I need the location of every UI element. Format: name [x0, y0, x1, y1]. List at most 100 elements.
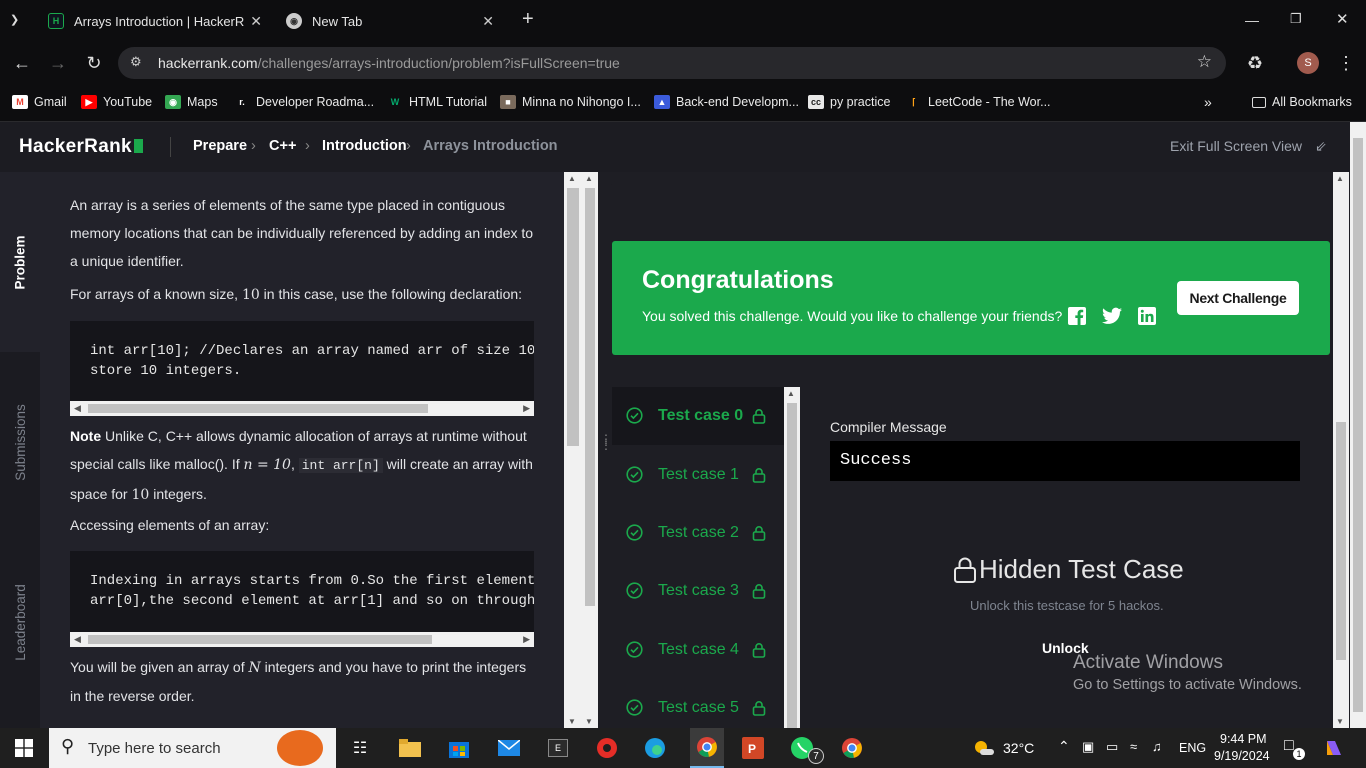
test-case-item[interactable]: Test case 4 [612, 621, 784, 679]
next-challenge-button[interactable]: Next Challenge [1177, 281, 1299, 315]
exit-fullscreen-link[interactable]: Exit Full Screen View [1170, 138, 1302, 154]
check-circle-icon [626, 407, 643, 429]
search-highlight-icon [277, 730, 323, 766]
taskbar-search-input[interactable]: ⚲ Type here to search [49, 728, 336, 768]
store-icon[interactable] [447, 736, 471, 760]
bookmark-label: Gmail [34, 95, 67, 109]
mail-icon[interactable] [497, 736, 521, 760]
check-circle-icon [626, 466, 643, 488]
bookmark-leetcode[interactable]: ⌈ LeetCode - The Wor... [906, 93, 1050, 111]
problem-scrollbar-outer[interactable]: ▲ ▼ [582, 172, 598, 728]
tab-title: Arrays Introduction | HackerRan [74, 13, 244, 29]
text: in this case, use the following declarat… [259, 286, 523, 302]
tab-new[interactable]: ◉ New Tab ✕ [286, 6, 500, 36]
test-case-label: Test case 1 [658, 466, 739, 483]
result-scrollbar[interactable]: ▲ ▼ [1333, 172, 1349, 728]
tab-leaderboard[interactable]: Leaderboard [0, 532, 40, 712]
bookmark-gmail[interactable]: M Gmail [12, 93, 67, 111]
congrats-banner: Congratulations You solved this challeng… [612, 241, 1330, 355]
task-view-icon[interactable]: ☷ [348, 736, 372, 760]
back-icon[interactable]: ← [10, 52, 34, 74]
record-icon[interactable] [595, 736, 619, 760]
tab-problem[interactable]: Problem [0, 172, 40, 352]
facebook-icon[interactable] [1067, 306, 1087, 326]
whatsapp-badge: 7 [808, 748, 824, 764]
code-hscrollbar[interactable]: ◀ ▶ [70, 632, 534, 647]
bookmark-maps[interactable]: ◉ Maps [165, 93, 218, 111]
edge-icon[interactable] [643, 736, 667, 760]
meet-icon[interactable]: ▣ [1082, 739, 1094, 755]
site-info-icon[interactable]: ⚙ [130, 54, 142, 70]
hidden-title-text: Hidden Test Case [979, 554, 1184, 584]
linkedin-icon[interactable] [1137, 306, 1157, 326]
volume-icon[interactable]: ♫ [1152, 739, 1162, 754]
test-case-item[interactable]: Test case 2 [612, 504, 784, 562]
lock-icon [752, 525, 766, 546]
all-bookmarks[interactable]: All Bookmarks [1252, 93, 1352, 111]
close-icon[interactable]: ✕ [482, 13, 494, 30]
congrats-title: Congratulations [642, 266, 834, 294]
problem-scrollbar[interactable]: ▲ ▼ [564, 172, 582, 728]
bookmark-star-icon[interactable]: ☆ [1197, 52, 1212, 72]
bookmark-label: Maps [187, 95, 218, 109]
twitter-icon[interactable] [1102, 306, 1122, 326]
bookmark-minna[interactable]: ■ Minna no Nihongo I... [500, 93, 641, 111]
tab-submissions[interactable]: Submissions [0, 352, 40, 532]
test-case-label: Test case 0 [658, 407, 744, 424]
language-indicator[interactable]: ENG [1179, 741, 1206, 755]
bookmark-py-practice[interactable]: cc py practice [808, 93, 890, 111]
battery-icon[interactable]: ▭ [1106, 739, 1118, 755]
menu-icon[interactable]: ⋮ [1334, 52, 1358, 74]
lock-icon [953, 556, 977, 584]
avatar[interactable]: S [1297, 52, 1319, 74]
tab-active[interactable]: H Arrays Introduction | HackerRan ✕ [48, 6, 262, 36]
page-scrollbar[interactable] [1350, 122, 1366, 728]
weather-temp[interactable]: 32°C [1003, 740, 1034, 756]
check-circle-icon [626, 524, 643, 546]
weather-icon[interactable] [972, 736, 996, 760]
hackerrank-logo[interactable]: HackerRank [19, 136, 143, 158]
chrome-taskbar-icon[interactable] [690, 728, 724, 768]
file-explorer-icon[interactable] [398, 736, 422, 760]
math: 10 [131, 487, 150, 503]
code-hscrollbar[interactable]: ◀ ▶ [70, 401, 534, 416]
close-window-icon[interactable]: ✕ [1336, 10, 1349, 28]
code-line: arr[0],the second element at arr[1] and … [90, 593, 534, 609]
minimize-icon[interactable]: — [1245, 12, 1259, 28]
windows-start-icon[interactable] [12, 736, 36, 760]
restore-icon[interactable]: ❐ [1290, 11, 1302, 27]
breadcrumb-prepare[interactable]: Prepare [193, 138, 247, 154]
close-icon[interactable]: ✕ [250, 13, 262, 30]
clock-date[interactable]: 9/19/2024 [1214, 749, 1270, 763]
new-tab-icon[interactable]: + [522, 8, 534, 31]
test-case-item[interactable]: Test case 3 [612, 562, 784, 620]
collapse-icon[interactable]: ⇙ [1315, 138, 1327, 155]
bookmark-roadmap[interactable]: r. Developer Roadma... [234, 93, 374, 111]
test-case-item[interactable]: Test case 5 [612, 679, 784, 728]
terminal-icon[interactable]: E [546, 736, 570, 760]
chrome-profile-icon[interactable] [840, 736, 864, 760]
tab-search-icon[interactable]: ❯ [10, 13, 19, 26]
forward-icon[interactable]: → [46, 52, 70, 74]
reload-icon[interactable]: ↻ [82, 52, 106, 74]
url-input[interactable]: ⚙ hackerrank.com/challenges/arrays-intro… [118, 47, 1226, 79]
bookmark-backend[interactable]: ▲ Back-end Developm... [654, 93, 799, 111]
chevron-right-icon[interactable]: » [1204, 93, 1212, 111]
bookmark-label: Back-end Developm... [676, 95, 799, 109]
extensions-icon[interactable]: ♻ [1243, 52, 1267, 74]
chevron-up-icon[interactable]: ⌃ [1058, 738, 1070, 755]
test-case-item[interactable]: Test case 1 [612, 446, 784, 504]
test-case-scrollbar[interactable]: ▲ [784, 387, 800, 728]
math: 10 [241, 287, 260, 303]
breadcrumb-introduction[interactable]: Introduction [322, 138, 407, 154]
breadcrumb-cpp[interactable]: C++ [269, 138, 296, 154]
clock-time[interactable]: 9:44 PM [1220, 732, 1267, 746]
bookmark-youtube[interactable]: ▶ YouTube [81, 93, 152, 111]
wifi-icon[interactable]: ≈ [1130, 739, 1137, 754]
address-bar-row: ← → ↻ ⚙ hackerrank.com/challenges/arrays… [0, 42, 1366, 84]
test-case-item[interactable]: Test case 0 [612, 387, 784, 445]
bookmark-w3schools[interactable]: W HTML Tutorial [387, 93, 487, 111]
powerpoint-icon[interactable]: P [741, 736, 765, 760]
copilot-icon[interactable] [1322, 736, 1346, 760]
notification-count: 1 [1293, 748, 1305, 760]
